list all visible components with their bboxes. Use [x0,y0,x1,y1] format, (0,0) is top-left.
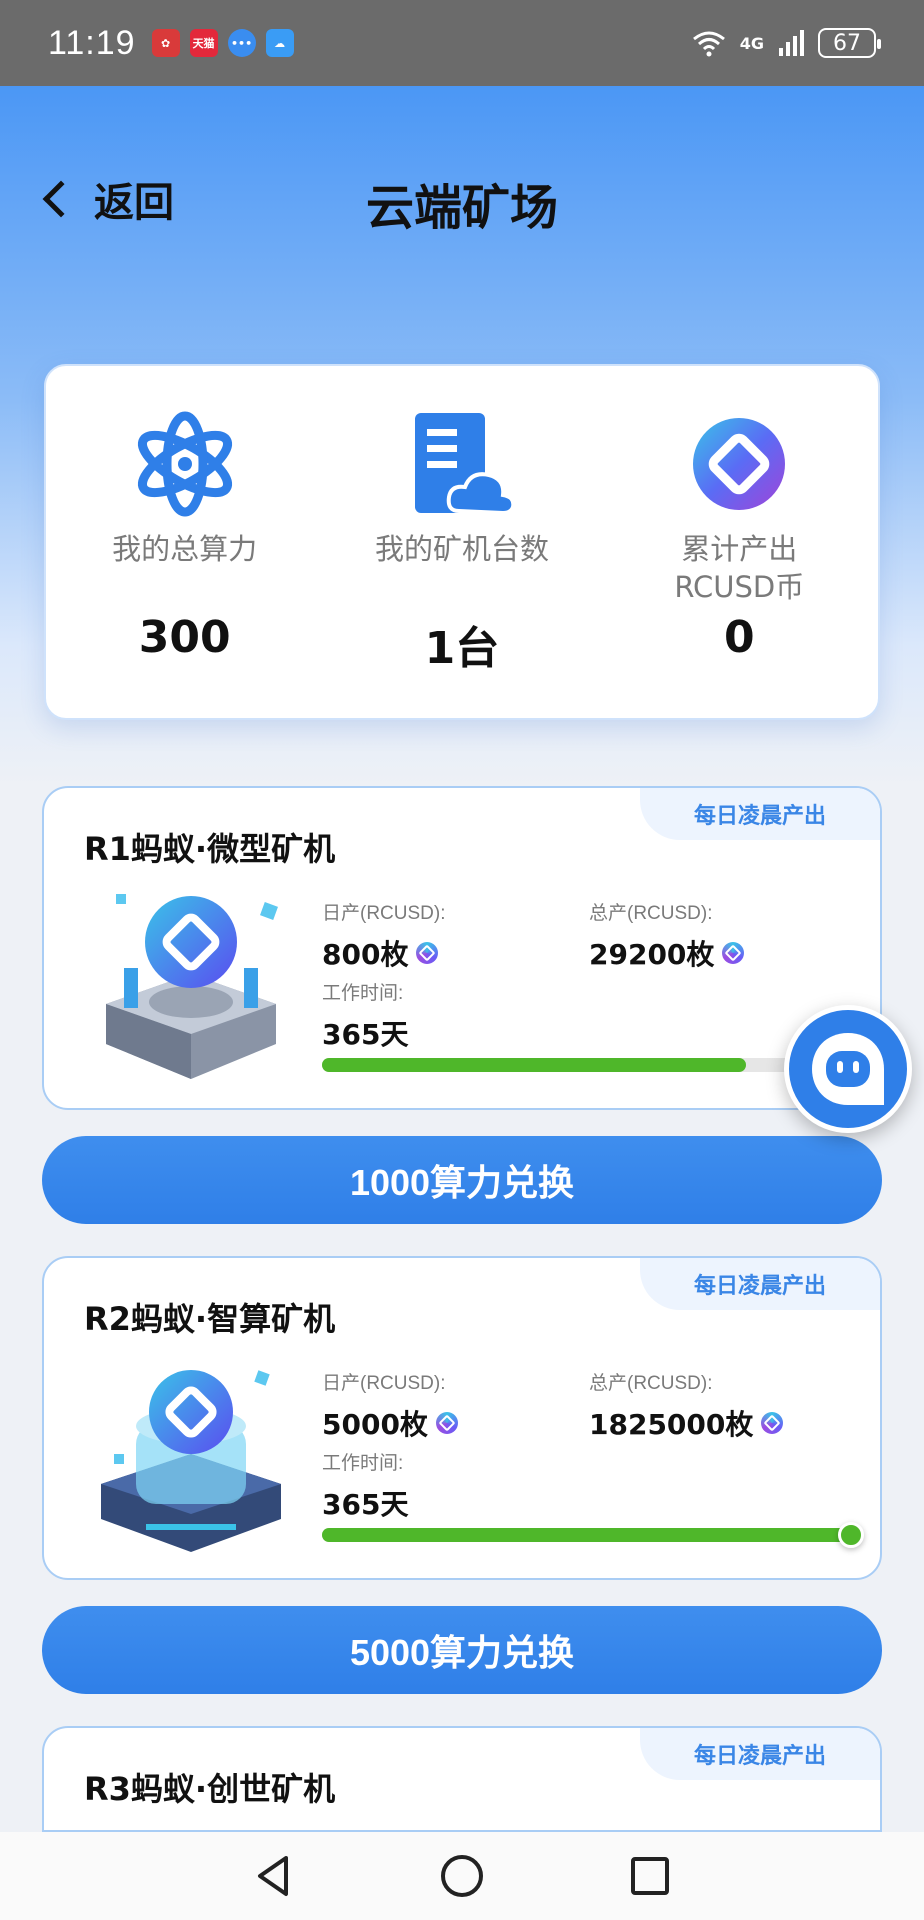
stat-value: 1台 [424,623,500,674]
exchange-button-r2[interactable]: 5000算力兑换 [42,1606,882,1694]
work-time-label: 工作时间: [322,1453,404,1474]
miner-card-r2: 每日凌晨产出 R2蚂蚁·智算矿机 日产(RCUSD): 5000枚 总产(RCU… [42,1256,882,1580]
home-circle-icon [441,1855,483,1897]
work-time: 工作时间: 365天 [322,1448,408,1523]
total-output-label: 总产(RCUSD): [589,1373,713,1394]
coin-icon [435,1412,458,1434]
nav-back-button[interactable] [244,1846,304,1906]
daily-output: 日产(RCUSD): 5000枚 [322,1368,458,1443]
miner-card-r1: 每日凌晨产出 R1蚂蚁·微型矿机 日产(RCUSD): 800枚 总产(RCUS… [42,786,882,1110]
server-cloud-icon [407,410,517,518]
work-progress-bar [322,1058,852,1072]
total-output-row: 1825000枚 [589,1403,784,1443]
exchange-button-r1[interactable]: 1000算力兑换 [42,1136,882,1224]
stat-total-output: 累计产出 RCUSD币 0 [609,410,869,718]
notification-icons: ✿ 天猫 ••• ☁ [151,29,294,57]
output-schedule-tag: 每日凌晨产出 [640,1728,880,1780]
network-label: 4G [739,33,764,53]
total-output-label: 总产(RCUSD): [589,903,713,924]
status-right: 4G 67 [692,28,881,58]
nav-recents-button[interactable] [620,1846,680,1906]
miner-name: R3蚂蚁·创世矿机 [84,1770,336,1808]
nav-home-button[interactable] [432,1846,492,1906]
miner-name: R2蚂蚁·智算矿机 [84,1300,336,1338]
total-output-row: 29200枚 [589,933,745,973]
tmall-icon: 天猫 [189,29,218,57]
miner-card-r3: 每日凌晨产出 R3蚂蚁·创世矿机 [42,1726,882,1832]
progress-fill [322,1522,864,1548]
progress-fill [322,1058,746,1072]
coin-icon [416,942,439,964]
stat-miner-count: 我的矿机台数 1台 [332,410,592,718]
miner-image [86,1354,296,1554]
daily-output-value: 800枚 [322,938,409,971]
daily-output-value: 5000枚 [322,1408,428,1441]
total-output: 总产(RCUSD): 1825000枚 [589,1368,784,1443]
miner-name: R1蚂蚁·微型矿机 [84,830,336,868]
work-time-value: 365天 [322,1488,409,1521]
chat-bubble-icon: ••• [227,29,256,57]
work-time-value: 365天 [322,1018,409,1051]
atom-icon [130,410,240,518]
customer-service-button[interactable] [784,1005,912,1133]
total-output-value: 1825000枚 [589,1408,754,1441]
page-title: 云端矿场 [365,180,558,236]
daily-output-label: 日产(RCUSD): [322,1373,446,1394]
daily-output-row: 5000枚 [322,1403,458,1443]
battery-icon: 67 [818,28,881,58]
total-output: 总产(RCUSD): 29200枚 [589,898,745,973]
progress-knob [838,1522,864,1548]
recents-square-icon [631,1857,669,1895]
daily-output-label: 日产(RCUSD): [322,903,446,924]
weather-icon: ☁ [265,29,294,57]
stats-card: 我的总算力 300 我的矿机台数 1台 累计产出 RCUSD币 0 [44,364,880,720]
work-time-label: 工作时间: [322,983,404,1004]
miner-image [86,884,296,1084]
stat-value: 0 [724,612,755,663]
stat-total-hashpower: 我的总算力 300 [55,410,315,718]
daily-output: 日产(RCUSD): 800枚 [322,898,446,973]
status-bar: 11:19 ✿ 天猫 ••• ☁ 4G 67 [0,0,924,86]
output-schedule-tag: 每日凌晨产出 [640,1258,880,1310]
coin-icon [761,1412,784,1434]
wifi-icon [692,31,725,57]
daily-output-row: 800枚 [322,933,446,973]
chat-robot-icon [812,1033,884,1105]
stat-label: 累计产出 RCUSD币 [674,532,805,604]
total-output-value: 29200枚 [589,938,715,971]
system-nav-bar [0,1832,924,1920]
back-triangle-icon [258,1856,288,1896]
coin-icon [722,942,745,964]
output-schedule-tag: 每日凌晨产出 [640,788,880,840]
stat-label: 我的矿机台数 [374,532,549,566]
work-time: 工作时间: 365天 [322,978,408,1053]
status-time: 11:19 [48,23,136,62]
work-progress-bar [322,1522,864,1548]
rcusd-coin-icon [689,410,789,518]
stat-label: 我的总算力 [112,532,258,566]
stat-value: 300 [138,612,231,663]
huawei-icon: ✿ [151,29,180,57]
signal-icon [779,30,804,56]
